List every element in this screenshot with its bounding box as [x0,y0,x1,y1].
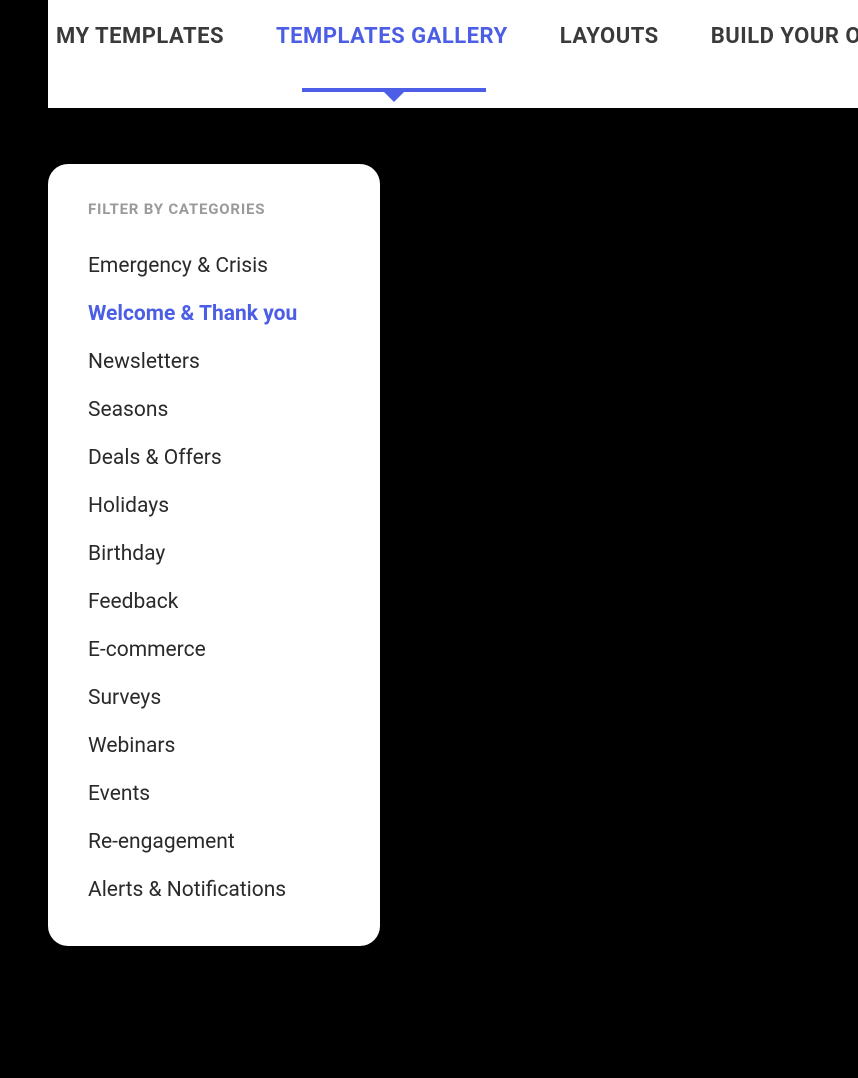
tab-layouts[interactable]: LAYOUTS [560,24,659,49]
category-alerts-notifications[interactable]: Alerts & Notifications [88,878,340,902]
category-holidays[interactable]: Holidays [88,494,340,518]
category-events[interactable]: Events [88,782,340,806]
category-seasons[interactable]: Seasons [88,398,340,422]
filter-panel: FILTER BY CATEGORIES Emergency & Crisis … [48,164,380,946]
category-deals-offers[interactable]: Deals & Offers [88,446,340,470]
category-ecommerce[interactable]: E-commerce [88,638,340,662]
category-webinars[interactable]: Webinars [88,734,340,758]
top-nav: MY TEMPLATES TEMPLATES GALLERY LAYOUTS B… [48,0,858,108]
category-list: Emergency & Crisis Welcome & Thank you N… [88,254,340,902]
tab-templates-gallery[interactable]: TEMPLATES GALLERY [276,24,508,49]
tab-my-templates[interactable]: MY TEMPLATES [56,24,224,49]
filter-heading: FILTER BY CATEGORIES [88,200,340,218]
category-newsletters[interactable]: Newsletters [88,350,340,374]
category-emergency-crisis[interactable]: Emergency & Crisis [88,254,340,278]
category-feedback[interactable]: Feedback [88,590,340,614]
category-welcome-thank-you[interactable]: Welcome & Thank you [88,302,340,326]
category-birthday[interactable]: Birthday [88,542,340,566]
category-surveys[interactable]: Surveys [88,686,340,710]
category-re-engagement[interactable]: Re-engagement [88,830,340,854]
active-tab-indicator [302,88,486,92]
tab-build-your-own[interactable]: BUILD YOUR OWN [711,24,858,49]
